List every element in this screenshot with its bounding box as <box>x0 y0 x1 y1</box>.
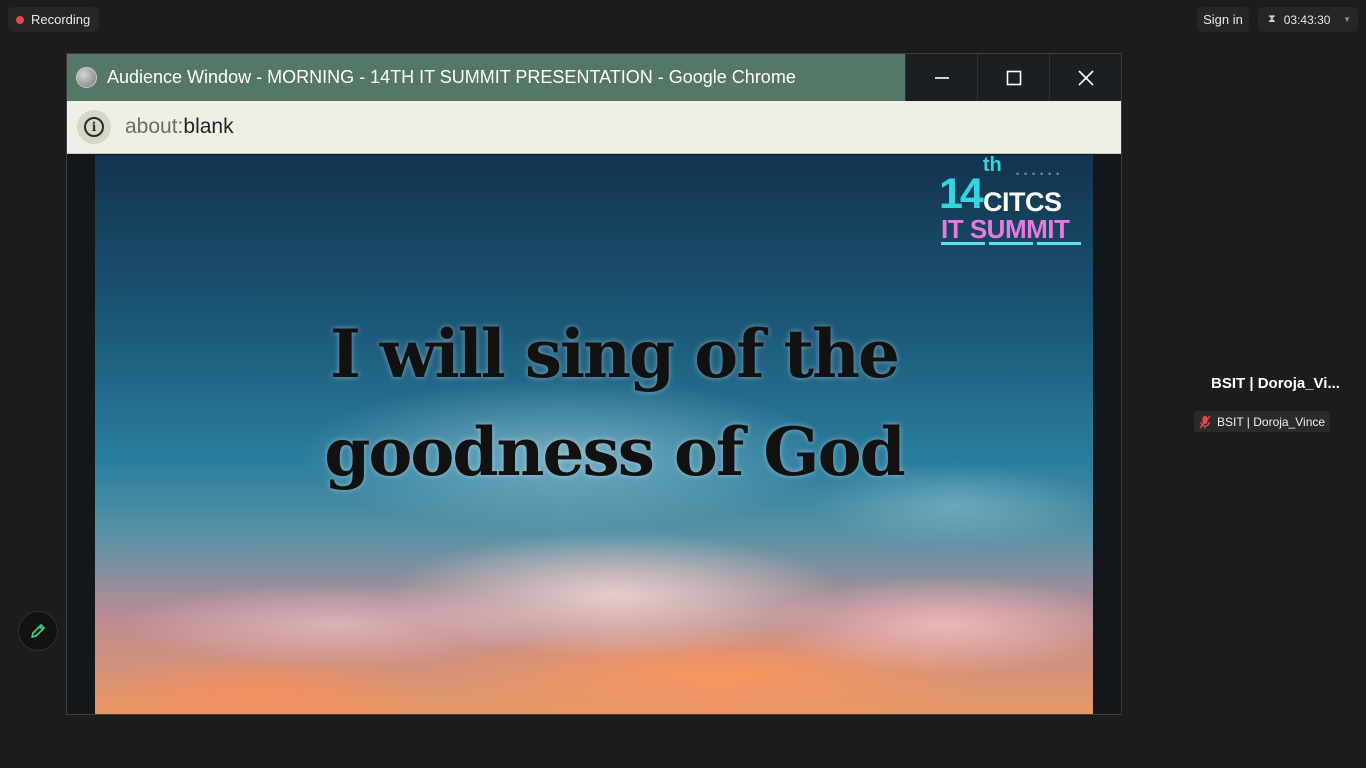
window-title: Audience Window - MORNING - 14TH IT SUMM… <box>107 67 796 87</box>
logo-org: CITCS <box>983 187 1062 217</box>
minimize-icon <box>934 76 949 79</box>
it-summit-logo: 14th ⚬⚬⚬⚬⚬⚬ CITCS IT SUMMIT <box>935 155 1085 245</box>
minimize-button[interactable] <box>905 54 977 101</box>
logo-dots: ⚬⚬⚬⚬⚬⚬ <box>1015 172 1064 178</box>
chevron-down-icon[interactable]: ▼ <box>1343 15 1351 24</box>
annotate-button[interactable] <box>18 611 58 651</box>
address-bar[interactable]: i about:blank <box>67 101 1121 154</box>
site-info-button[interactable]: i <box>77 110 111 144</box>
info-icon: i <box>84 117 104 137</box>
recording-label: Recording <box>31 12 91 27</box>
mic-muted-icon <box>1198 415 1212 429</box>
meeting-stage: Recording Sign in ⧗ 03:43:30 ▼ Audience … <box>0 0 1366 768</box>
presentation-slide: 14th ⚬⚬⚬⚬⚬⚬ CITCS IT SUMMIT I will sing … <box>95 155 1093 714</box>
close-icon <box>1077 69 1094 86</box>
shared-browser-window: Audience Window - MORNING - 14TH IT SUMM… <box>66 53 1122 715</box>
address-url[interactable]: about:blank <box>125 115 234 139</box>
sign-in-button[interactable]: Sign in <box>1197 7 1249 32</box>
window-controls <box>905 54 1121 101</box>
participant-name-tag: BSIT | Doroja_Vince <box>1194 411 1331 432</box>
meeting-timer[interactable]: ⧗ 03:43:30 ▼ <box>1258 7 1358 32</box>
participant-tag-label: BSIT | Doroja_Vince <box>1217 414 1326 429</box>
participant-display-name: BSIT | Doroja_Vi... <box>1211 375 1340 392</box>
maximize-button[interactable] <box>977 54 1049 101</box>
recording-indicator[interactable]: Recording <box>8 7 100 32</box>
timer-value: 03:43:30 <box>1283 12 1331 27</box>
close-button[interactable] <box>1049 54 1121 101</box>
logo-event: IT SUMMIT <box>941 214 1070 244</box>
lyric-line-1: I will sing of the <box>329 315 900 393</box>
maximize-icon <box>1006 70 1021 85</box>
hourglass-icon: ⧗ <box>1268 13 1276 25</box>
url-scheme: about: <box>125 115 184 138</box>
lyric-line-2: goodness of God <box>324 413 906 491</box>
window-titlebar[interactable]: Audience Window - MORNING - 14TH IT SUMM… <box>67 54 1121 101</box>
globe-icon <box>76 67 97 88</box>
url-path: blank <box>183 115 234 138</box>
recording-dot-icon <box>16 15 24 24</box>
pencil-icon <box>31 624 45 638</box>
logo-underline <box>941 242 1085 245</box>
